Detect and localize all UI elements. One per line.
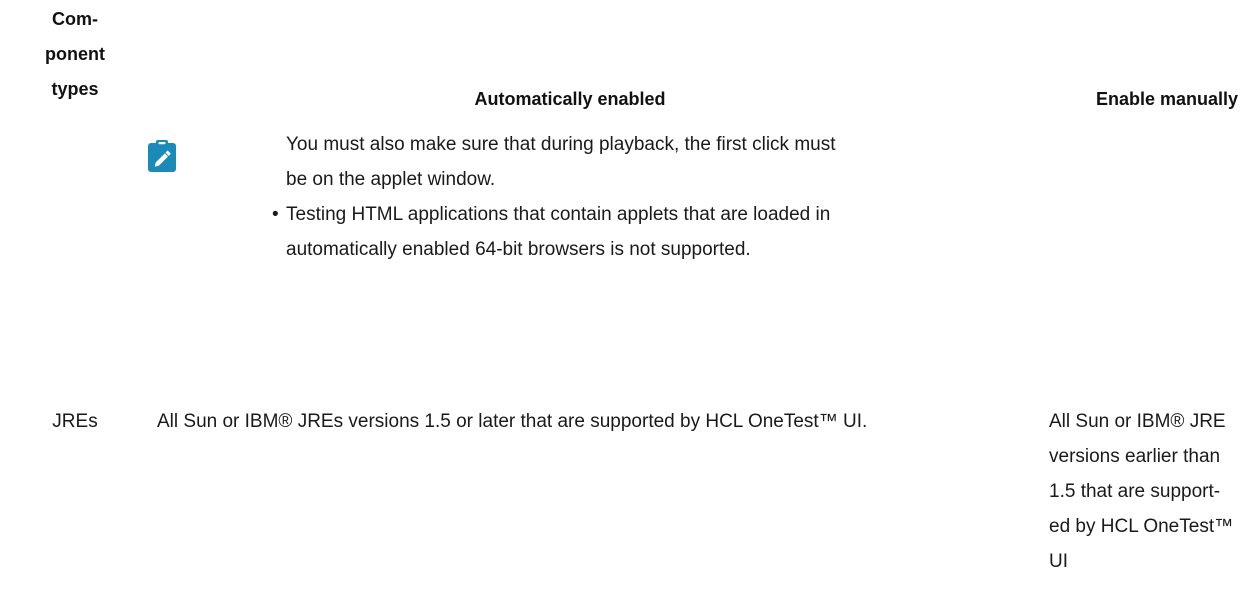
cell-line: 1.5 that are support- bbox=[1049, 481, 1221, 502]
component-types-header: Com- ponent types bbox=[10, 2, 140, 107]
header-line: ponent bbox=[45, 44, 105, 64]
automatically-enabled-header: Automatically enabled bbox=[474, 89, 666, 109]
jres-automatically-enabled-cell: All Sun or IBM® JREs versions 1.5 or lat… bbox=[157, 411, 868, 432]
jres-enable-manually-cell: All Sun or IBM® JRE versions earlier tha… bbox=[1049, 404, 1247, 579]
enable-manually-header: Enable manually bbox=[1095, 89, 1238, 109]
note-line: You must also make sure that during play… bbox=[286, 134, 836, 155]
bullet-line: Testing HTML applications that contain a… bbox=[286, 204, 831, 225]
header-line: Com- bbox=[52, 9, 98, 29]
note-pencil-icon bbox=[147, 139, 177, 173]
cell-line: versions earlier than bbox=[1049, 446, 1221, 467]
note-text: You must also make sure that during play… bbox=[286, 127, 1006, 197]
bullet-item: • Testing HTML applications that contain… bbox=[272, 197, 1002, 267]
bullet-line: automatically enabled 64-bit browsers is… bbox=[286, 239, 751, 260]
bullet-symbol: • bbox=[272, 204, 279, 225]
jres-component-cell: JREs bbox=[52, 411, 98, 432]
header-line: types bbox=[51, 79, 99, 99]
cell-line: UI bbox=[1049, 551, 1068, 572]
note-line: be on the applet window. bbox=[286, 169, 496, 190]
cell-line: All Sun or IBM® JRE bbox=[1049, 411, 1226, 432]
cell-line: ed by HCL OneTest™ bbox=[1049, 516, 1234, 537]
